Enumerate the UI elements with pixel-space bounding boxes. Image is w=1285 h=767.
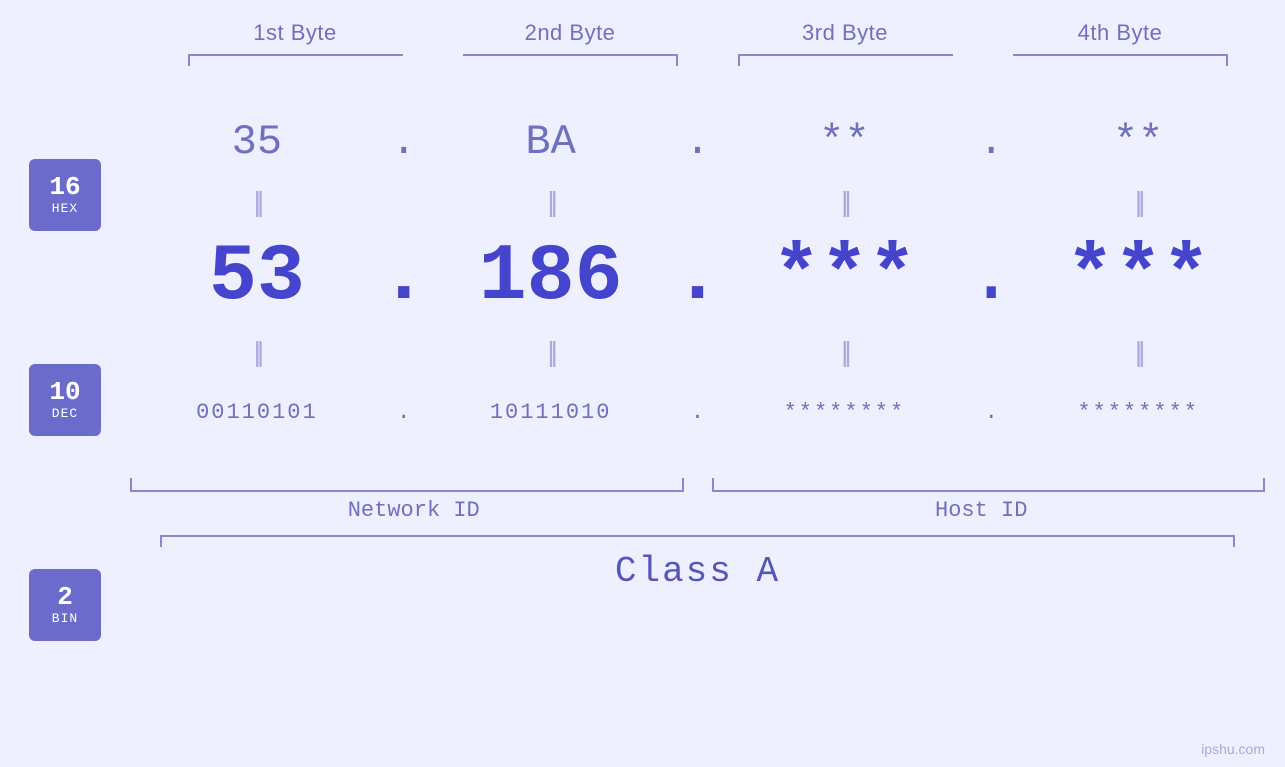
hex-cell-4: **	[1011, 118, 1265, 166]
equals-cell-5: ||	[130, 336, 384, 368]
bin-cell-3: ********	[718, 400, 972, 425]
content-area: 16 HEX 10 DEC 2 BIN 35 .	[0, 92, 1285, 767]
hex-badge-num: 16	[49, 173, 80, 202]
dec-value-3: ***	[772, 232, 916, 323]
bin-value-1: 00110101	[196, 400, 318, 425]
bin-badge-num: 2	[57, 583, 73, 612]
hex-dot-3: .	[971, 118, 1011, 166]
col-header-3: 3rd Byte	[708, 20, 983, 46]
col-header-4: 4th Byte	[983, 20, 1258, 46]
bracket-2	[433, 54, 708, 72]
dec-value-4: ***	[1066, 232, 1210, 323]
dec-row: 53 . 186 . *** . ***	[130, 222, 1265, 332]
bin-value-2: 10111010	[490, 400, 612, 425]
dec-cell-2: 186	[424, 232, 678, 323]
network-bracket-left	[130, 478, 683, 492]
hex-value-3: **	[819, 118, 869, 166]
dec-dot-1: .	[384, 232, 424, 323]
bin-dot-3: .	[971, 400, 1011, 425]
network-id-label: Network ID	[130, 498, 698, 523]
equals-cell-4: ||	[1011, 186, 1265, 218]
class-label-wrapper: Class A	[130, 535, 1265, 602]
equals-row-1: || || || ||	[130, 182, 1265, 222]
hex-badge-label: HEX	[52, 201, 78, 216]
col-header-1: 1st Byte	[158, 20, 433, 46]
equals-5: ||	[254, 336, 261, 368]
bin-badge-label: BIN	[52, 611, 78, 626]
hex-value-1: 35	[232, 118, 282, 166]
host-id-label: Host ID	[698, 498, 1266, 523]
bin-cell-1: 00110101	[130, 400, 384, 425]
data-columns: 35 . BA . ** . **	[130, 92, 1265, 767]
hex-cell-1: 35	[130, 118, 384, 166]
bin-value-3: ********	[784, 400, 906, 425]
equals-cell-8: ||	[1011, 336, 1265, 368]
equals-7: ||	[841, 336, 848, 368]
class-bracket-right	[1233, 535, 1235, 547]
host-bracket-left-end	[712, 478, 714, 492]
class-row-container: Class A	[130, 535, 1265, 602]
hex-value-4: **	[1113, 118, 1163, 166]
bin-cell-4: ********	[1011, 400, 1265, 425]
hex-cell-3: **	[718, 118, 972, 166]
hex-cell-2: BA	[424, 118, 678, 166]
bin-dot-1: .	[384, 400, 424, 425]
bin-cell-2: 10111010	[424, 400, 678, 425]
bracket-4	[983, 54, 1258, 72]
bin-row: 00110101 . 10111010 . ******** .	[130, 372, 1265, 452]
bin-dot-2: .	[678, 400, 718, 425]
equals-cell-6: ||	[424, 336, 678, 368]
host-bracket-right	[713, 478, 1266, 492]
hex-dot-2: .	[678, 118, 718, 166]
badges-column: 16 HEX 10 DEC 2 BIN	[0, 92, 130, 767]
equals-cell-3: ||	[718, 186, 972, 218]
dec-value-1: 53	[209, 232, 305, 323]
equals-row-2: || || || ||	[130, 332, 1265, 372]
bin-value-4: ********	[1077, 400, 1199, 425]
equals-2: ||	[547, 186, 554, 218]
hex-dot-1: .	[384, 118, 424, 166]
top-brackets	[158, 54, 1258, 72]
bottom-brackets-container	[130, 462, 1265, 492]
id-labels-row: Network ID Host ID	[130, 498, 1265, 523]
equals-cell-7: ||	[718, 336, 972, 368]
bracket-1	[158, 54, 433, 72]
class-bracket-top	[160, 535, 1235, 537]
network-bracket-right-end	[682, 478, 684, 492]
dec-cell-1: 53	[130, 232, 384, 323]
equals-3: ||	[841, 186, 848, 218]
equals-1: ||	[254, 186, 261, 218]
hex-badge: 16 HEX	[29, 159, 101, 231]
hex-value-2: BA	[525, 118, 575, 166]
dec-dot-3: .	[971, 232, 1011, 323]
watermark: ipshu.com	[1201, 741, 1265, 757]
hex-row: 35 . BA . ** . **	[130, 102, 1265, 182]
dec-dot-2: .	[678, 232, 718, 323]
equals-cell-2: ||	[424, 186, 678, 218]
equals-8: ||	[1135, 336, 1142, 368]
column-headers: 1st Byte 2nd Byte 3rd Byte 4th Byte	[158, 20, 1258, 46]
dec-badge-num: 10	[49, 378, 80, 407]
dec-cell-3: ***	[718, 232, 972, 323]
class-label: Class A	[615, 551, 780, 592]
bracket-3	[708, 54, 983, 72]
class-bracket-left	[160, 535, 162, 547]
equals-6: ||	[547, 336, 554, 368]
main-container: 1st Byte 2nd Byte 3rd Byte 4th Byte 16 H…	[0, 0, 1285, 767]
dec-cell-4: ***	[1011, 232, 1265, 323]
dec-badge: 10 DEC	[29, 364, 101, 436]
bin-badge: 2 BIN	[29, 569, 101, 641]
dec-badge-label: DEC	[52, 406, 78, 421]
equals-4: ||	[1135, 186, 1142, 218]
equals-cell-1: ||	[130, 186, 384, 218]
col-header-2: 2nd Byte	[433, 20, 708, 46]
dec-value-2: 186	[479, 232, 623, 323]
